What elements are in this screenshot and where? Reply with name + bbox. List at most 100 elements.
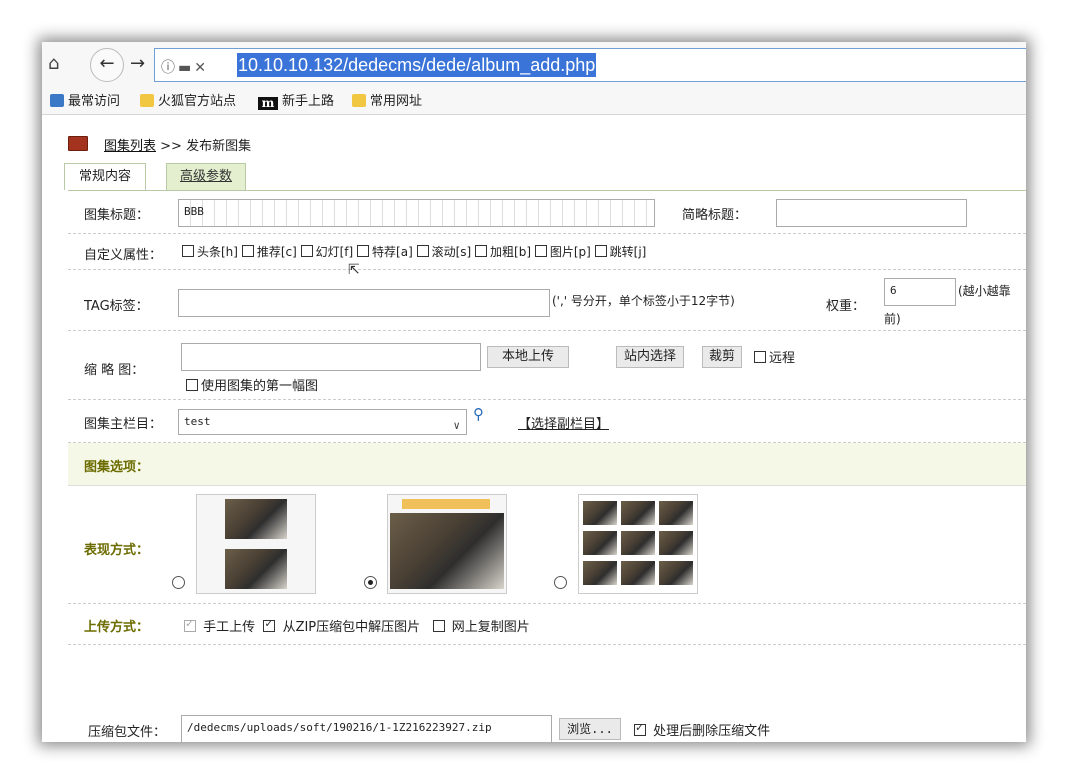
short-title-input[interactable]: [776, 199, 967, 227]
short-title-label: 简略标题：: [682, 208, 748, 223]
attr-scroll[interactable]: 滚动[s]: [416, 245, 471, 259]
site-info-icon[interactable]: ⓘ▬✕: [161, 57, 209, 77]
url-bar[interactable]: ⓘ▬✕ 10.10.10.132/dedecms/dede/album_add.…: [154, 48, 1026, 82]
title-input[interactable]: BBB: [178, 199, 655, 227]
custom-attr-label: 自定义属性：: [84, 248, 163, 263]
preview-image: [621, 561, 655, 585]
forward-button[interactable]: →: [130, 54, 145, 74]
tag-label: TAG标签：: [84, 299, 149, 314]
attr-slide[interactable]: 幻灯[f]: [300, 245, 353, 259]
tag-input[interactable]: [178, 289, 550, 317]
sub-column-link[interactable]: 【选择副栏目】: [518, 413, 609, 432]
checkbox[interactable]: [416, 245, 429, 257]
upload-zip-option[interactable]: 从ZIP压缩包中解压图片: [263, 617, 420, 635]
delete-after-checkbox[interactable]: [634, 721, 646, 736]
book-icon: [68, 136, 88, 151]
url-text[interactable]: 10.10.10.132/dedecms/dede/album_add.php: [237, 53, 597, 77]
browser-toolbar: ⌂ ← → ⓘ▬✕ 10.10.10.132/dedecms/dede/albu…: [42, 42, 1026, 88]
attr-image[interactable]: 图片[p]: [534, 245, 591, 259]
checkbox[interactable]: [357, 245, 370, 257]
back-button[interactable]: ←: [90, 48, 124, 82]
zip-checkbox[interactable]: [263, 617, 276, 632]
bookmarks-bar: 最常访问 火狐官方站点 m 新手上路 常用网址: [42, 88, 1026, 115]
column-label: 图集主栏目：: [84, 417, 163, 432]
display-mode-radio-1[interactable]: [172, 576, 185, 589]
title-label: 图集标题：: [84, 208, 150, 223]
checkbox[interactable]: [182, 245, 194, 257]
use-first-checkbox[interactable]: [186, 379, 198, 391]
local-upload-button[interactable]: 本地上传: [487, 346, 569, 368]
checkbox[interactable]: [534, 245, 547, 257]
album-list-link[interactable]: 图集列表: [104, 139, 156, 154]
preview-image: [390, 513, 504, 589]
bookmark-most-visited[interactable]: 最常访问: [50, 93, 120, 111]
preview-image: [659, 501, 693, 525]
title-row: 图集标题： BBB 简略标题：: [68, 191, 1026, 234]
remote-option[interactable]: 远程: [754, 347, 795, 366]
crop-button[interactable]: 裁剪: [702, 346, 742, 368]
preview-image: [621, 501, 655, 525]
checkbox[interactable]: [241, 245, 254, 257]
preview-image: [583, 561, 617, 585]
folder-icon: [352, 94, 366, 107]
thumbnail-input[interactable]: [181, 343, 481, 371]
display-mode-preview-1[interactable]: [196, 494, 316, 594]
form-area: 图集标题： BBB 简略标题： 自定义属性： 头条[h] 推荐[c] 幻灯[f]…: [68, 190, 1026, 742]
display-mode-row: 表现方式：: [68, 486, 1026, 604]
preview-image: [659, 561, 693, 585]
tag-hint: (',' 号分开，单个标签小于12字节): [552, 294, 735, 308]
album-options-label: 图集选项：: [84, 460, 150, 475]
browse-button[interactable]: 浏览...: [559, 718, 621, 740]
attr-bold[interactable]: 加粗[b]: [475, 245, 531, 259]
display-mode-radio-3[interactable]: [554, 576, 567, 589]
display-mode-preview-2[interactable]: [387, 494, 507, 594]
web-checkbox[interactable]: [432, 620, 445, 632]
zip-file-input[interactable]: /dedecms/uploads/soft/190216/1-1Z2162239…: [181, 715, 552, 742]
upload-mode-row: 上传方式： 手工上传 从ZIP压缩包中解压图片 网上复制图片: [68, 604, 1026, 645]
breadcrumb: 图集列表 >> 发布新图集: [68, 135, 251, 154]
browser-window: ⌂ ← → ⓘ▬✕ 10.10.10.132/dedecms/dede/albu…: [42, 42, 1026, 742]
column-select[interactable]: test ∨: [178, 409, 467, 435]
tab-general[interactable]: 常规内容: [64, 163, 146, 190]
zip-file-row: 压缩包文件： /dedecms/uploads/soft/190216/1-1Z…: [68, 711, 1026, 742]
thumbnail-row: 缩 略 图： 本地上传 站内选择 裁剪 远程 使用图集的第一幅图: [68, 331, 1026, 400]
remote-checkbox[interactable]: [754, 351, 766, 363]
weight-hint: (越小越靠: [958, 284, 1011, 298]
bookmark-firefox-site[interactable]: 火狐官方站点: [140, 93, 236, 111]
upload-mode-options: 手工上传 从ZIP压缩包中解压图片 网上复制图片: [184, 616, 530, 635]
page-content: 图集列表 >> 发布新图集 常规内容 高级参数 图集标题： BBB 简略标题： …: [42, 115, 1026, 742]
upload-manual-option[interactable]: 手工上传: [184, 617, 255, 635]
site-select-button[interactable]: 站内选择: [616, 346, 684, 368]
custom-attr-row: 自定义属性： 头条[h] 推荐[c] 幻灯[f] 特荐[a] 滚动[s] 加粗[…: [68, 234, 1026, 278]
upload-mode-label: 上传方式：: [84, 620, 150, 635]
home-icon[interactable]: ⌂: [48, 54, 68, 74]
attr-list: 头条[h] 推荐[c] 幻灯[f] 特荐[a] 滚动[s] 加粗[b] 图片[p…: [182, 243, 646, 260]
preview-image: [225, 549, 287, 589]
attr-headline[interactable]: 头条[h]: [182, 245, 238, 259]
attr-special[interactable]: 特荐[a]: [357, 245, 413, 259]
attr-recommend[interactable]: 推荐[c]: [241, 245, 297, 259]
preview-image: [225, 499, 287, 539]
bookmark-icon: [50, 94, 64, 107]
tab-advanced[interactable]: 高级参数: [166, 163, 246, 190]
checkbox[interactable]: [594, 245, 607, 257]
use-first-image-option[interactable]: 使用图集的第一幅图: [186, 375, 318, 394]
delete-after-option[interactable]: 处理后删除压缩文件: [634, 720, 770, 739]
thumbnail-label: 缩 略 图：: [84, 363, 145, 378]
bookmark-getting-started[interactable]: m 新手上路: [258, 93, 334, 111]
upload-web-option[interactable]: 网上复制图片: [432, 620, 530, 635]
attr-jump[interactable]: 跳转[j]: [594, 245, 646, 259]
preview-image: [659, 531, 693, 555]
manual-checkbox[interactable]: [184, 617, 196, 632]
preview-image: [583, 501, 617, 525]
display-mode-radio-2[interactable]: [364, 576, 377, 589]
checkbox[interactable]: [300, 245, 313, 257]
column-row: 图集主栏目： test ∨ ⚲ 【选择副栏目】: [68, 400, 1026, 443]
folder-icon: [140, 94, 154, 107]
album-options-header: 图集选项：: [68, 443, 1026, 486]
search-icon[interactable]: ⚲: [473, 405, 484, 423]
display-mode-preview-3[interactable]: [578, 494, 698, 594]
weight-input[interactable]: 6: [884, 278, 956, 306]
bookmark-common-urls[interactable]: 常用网址: [352, 93, 422, 111]
checkbox[interactable]: [475, 245, 488, 257]
